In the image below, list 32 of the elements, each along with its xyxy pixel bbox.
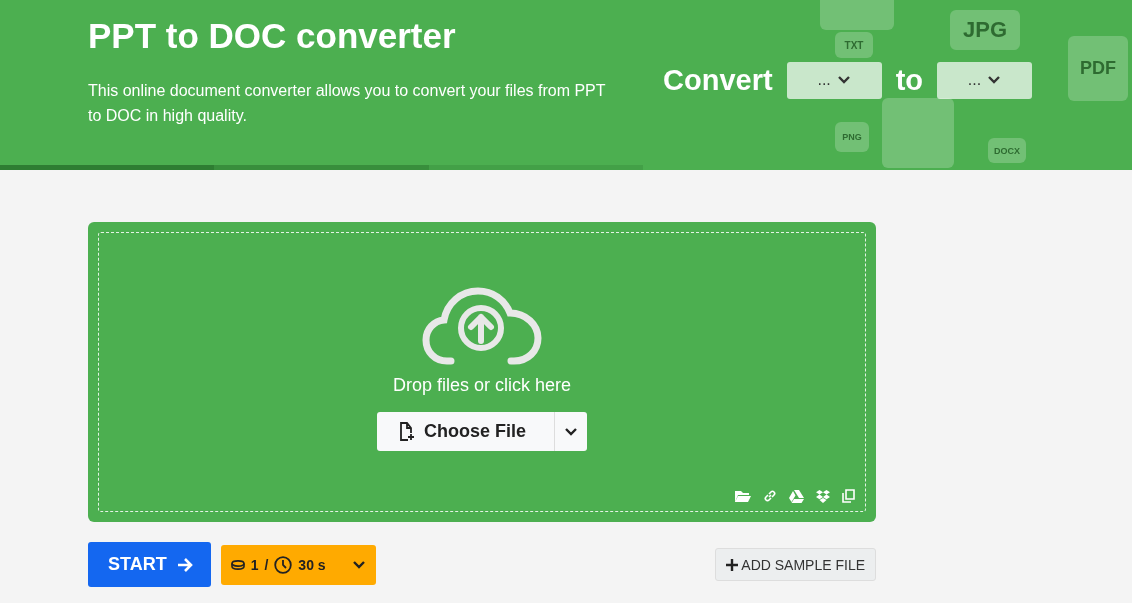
file-type-label: TXT	[844, 39, 864, 51]
file-plus-icon	[399, 422, 415, 441]
start-button[interactable]: START	[88, 542, 211, 587]
folder-icon[interactable]	[735, 490, 751, 502]
clock-icon	[274, 555, 293, 574]
file-type-label: PNG	[842, 132, 862, 142]
conversion-options-button[interactable]: 1 / 30 s	[220, 544, 376, 585]
coin-icon	[230, 559, 245, 570]
to-label: to	[895, 63, 923, 97]
file-type-label: DOCX	[994, 145, 1020, 156]
box-stack-icon[interactable]	[816, 489, 830, 503]
plus-icon	[726, 558, 739, 571]
arrow-right-icon	[176, 556, 193, 573]
source-format-select[interactable]: ...	[786, 61, 882, 99]
target-format-select[interactable]: ...	[937, 61, 1032, 99]
copy-icon[interactable]	[842, 489, 855, 503]
cloud-upload-icon	[421, 285, 543, 367]
triangle-drive-icon[interactable]	[789, 489, 804, 503]
file-type-label: PDF	[1080, 58, 1116, 79]
chevron-down-icon	[351, 559, 366, 570]
chevron-down-icon	[836, 75, 851, 85]
chevron-down-icon	[987, 75, 1002, 85]
add-sample-file-button[interactable]: ADD SAMPLE FILE	[715, 548, 876, 581]
drop-zone[interactable]: Drop files or click here Choose File	[98, 232, 866, 512]
link-icon[interactable]	[763, 489, 777, 503]
page-description: This online document converter allows you to convert your files from PPT to DOC in high quality.	[88, 81, 607, 126]
choose-file-button[interactable]: Choose File	[377, 412, 555, 451]
file-type-label: JPG	[963, 17, 1007, 43]
page-title: PPT to DOC converter	[88, 16, 457, 56]
drop-prompt: Drop files or click here	[392, 375, 572, 396]
convert-label: Convert	[663, 63, 773, 97]
chevron-down-icon	[564, 426, 578, 437]
